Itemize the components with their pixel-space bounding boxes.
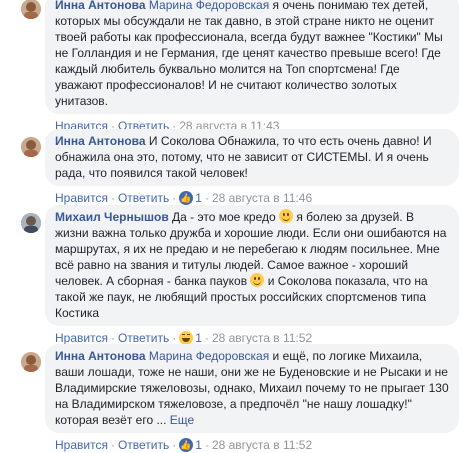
smile-emoji-icon (279, 209, 294, 223)
like-link[interactable]: Нравится (55, 191, 108, 205)
like-reaction-icon[interactable] (179, 190, 194, 206)
reaction-count[interactable]: 1 (195, 191, 202, 205)
reaction-count[interactable]: 1 (195, 331, 202, 345)
reaction-count[interactable]: 1 (195, 438, 202, 452)
avatar-inna[interactable] (21, 0, 41, 19)
comment-bubble: Инна Антонова И Соколова Обнажила, то чт… (45, 129, 459, 186)
reply-link[interactable]: Ответить (118, 191, 169, 205)
avatar-mikhail[interactable] (21, 213, 41, 233)
comment-author[interactable]: Инна Антонова (55, 0, 146, 12)
like-link[interactable]: Нравится (55, 438, 108, 452)
like-link[interactable]: Нравится (55, 331, 108, 345)
comment-bubble: Инна Антонова Марина Федоровская и ещё, … (45, 344, 459, 433)
comment-author[interactable]: Инна Антонова (55, 134, 146, 148)
comment-bubble: Михаил Чернышов Да - это мое кредо я бол… (45, 205, 459, 326)
avatar-inna[interactable] (21, 352, 41, 372)
avatar-inna[interactable] (21, 137, 41, 157)
comment-timestamp[interactable]: 28 августа в 11:52 (212, 331, 312, 345)
comment-timestamp[interactable]: 28 августа в 11:52 (212, 438, 312, 452)
comment-mention[interactable]: Марина Федоровская (149, 349, 269, 363)
comment-actions: Нравится·Ответить·1·28 августа в 11:52 (45, 437, 459, 453)
haha-reaction-icon[interactable] (179, 331, 194, 345)
comment-thread: Инна Антонова Марина Федоровская я очень… (0, 0, 467, 453)
comment-author[interactable]: Инна Антонова (55, 349, 146, 363)
comment-text-a: Да - это мое кредо (168, 210, 280, 224)
comment-timestamp[interactable]: 28 августа в 11:46 (212, 191, 312, 205)
reply-link[interactable]: Ответить (118, 331, 169, 345)
like-reaction-icon[interactable] (179, 437, 194, 453)
reply-link[interactable]: Ответить (118, 438, 169, 452)
comment-author[interactable]: Михаил Чернышов (55, 210, 169, 224)
see-more-link[interactable]: Еще (170, 413, 194, 427)
smile-emoji-icon (250, 273, 265, 287)
comment-text: я очень понимаю тех детей, которых мы об… (55, 0, 443, 108)
comment-actions: Нравится·Ответить·1·28 августа в 11:46 (45, 190, 459, 206)
comment-mention[interactable]: Марина Федоровская (149, 0, 269, 12)
comment-bubble: Инна Антонова Марина Федоровская я очень… (45, 0, 459, 114)
